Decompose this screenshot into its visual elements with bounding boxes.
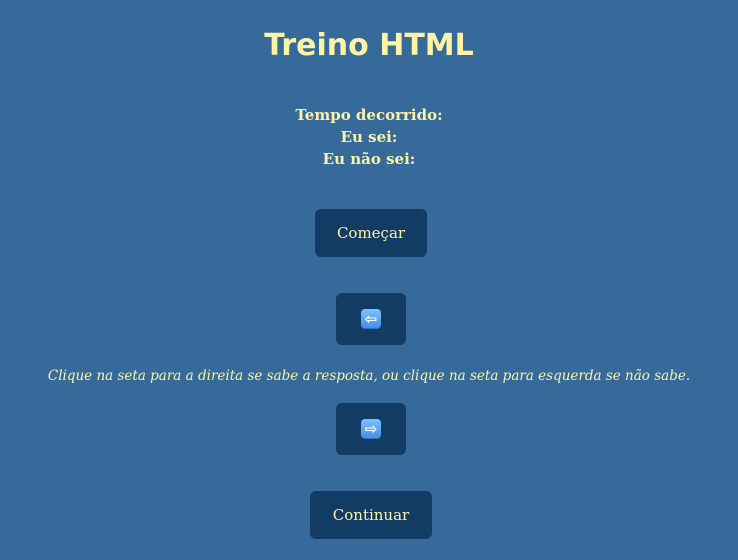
start-button[interactable]: Começar [315, 209, 427, 257]
elapsed-time-label: Tempo decorrido: [295, 106, 443, 124]
instruction-text: Clique na seta para a direita se sabe a … [47, 368, 691, 384]
continue-button[interactable]: Continuar [310, 491, 432, 539]
dont-know-count-label: Eu não sei: [322, 150, 416, 168]
dont-know-button[interactable]: ⇦ [336, 293, 406, 345]
right-arrow-icon: ⇨ [361, 419, 381, 439]
stats-panel: Tempo decorrido: Eu sei: Eu não sei: [0, 104, 738, 170]
left-arrow-icon: ⇦ [361, 309, 381, 329]
know-button[interactable]: ⇨ [336, 403, 406, 455]
continue-button-label: Continuar [332, 506, 410, 524]
know-count-label: Eu sei: [340, 128, 398, 146]
training-page: Treino HTML Tempo decorrido: Eu sei: Eu … [0, 0, 738, 560]
page-title: Treino HTML [264, 28, 474, 63]
start-button-label: Começar [336, 224, 406, 242]
